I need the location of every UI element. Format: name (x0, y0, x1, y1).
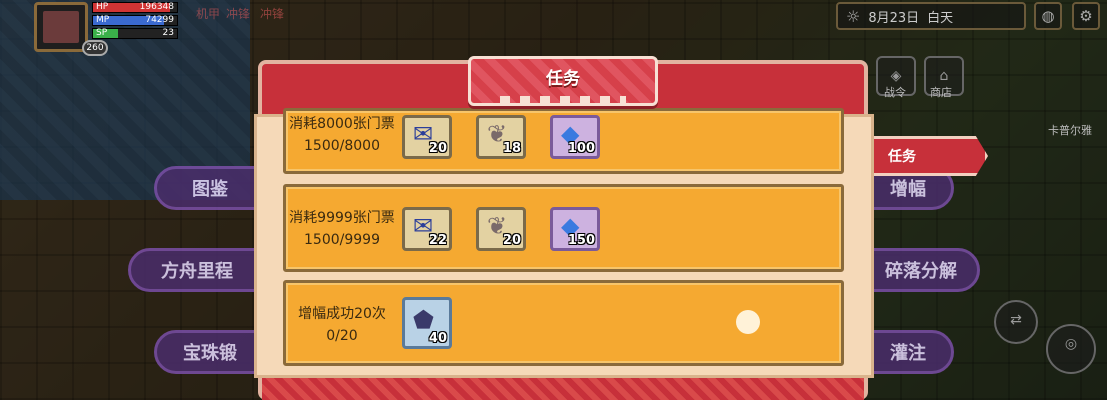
reward-slot[interactable]: ◆ 100 (550, 115, 600, 159)
date-text: 8月23日 (868, 10, 920, 26)
reward-slot[interactable]: ✉ 20 (402, 115, 452, 159)
side-button-ark-mileage[interactable]: 方舟里程 (128, 248, 266, 292)
player-avatar[interactable] (34, 2, 88, 52)
side-button-shard-disassemble[interactable]: 碎落分解 (862, 248, 980, 292)
reward-slot[interactable]: ❦ 18 (476, 115, 526, 159)
mp-bar: MP 74299 (92, 15, 178, 26)
player-level-badge: 260 (82, 40, 108, 56)
sp-bar: SP 23 (92, 28, 178, 39)
task-progress: 0/20 (326, 328, 358, 344)
tab-tasks[interactable]: 任务 (866, 136, 988, 176)
side-button-orb-forge[interactable]: 宝珠锻 (154, 330, 266, 374)
swap-icon[interactable]: ⇄ (994, 300, 1038, 344)
title-banner-trim (500, 96, 626, 104)
globe-icon[interactable]: ◍ (1034, 2, 1062, 30)
date-display: ☼ 8月23日 白天 (836, 2, 1026, 30)
crystal-icon: ⬟ (413, 306, 434, 334)
task-description: 消耗9999张门票 (289, 210, 395, 226)
side-button-codex[interactable]: 图鉴 (154, 166, 266, 210)
battle-pass-label: 战令 (884, 86, 906, 99)
top-tag-charge-2[interactable]: 冲锋 (256, 4, 288, 24)
task-description: 增幅成功20次 (298, 306, 386, 322)
side-button-infuse[interactable]: 灌注 (862, 330, 954, 374)
touch-indicator (736, 310, 760, 334)
day-period: 白天 (927, 10, 954, 26)
gear-icon[interactable]: ⚙ (1072, 2, 1100, 30)
player-stats: HP 196348 MP 74299 SP 23 (92, 2, 178, 41)
panel-title: 任务 (546, 69, 580, 89)
shop-label: 商店 (930, 86, 952, 99)
top-tag-mecha[interactable]: 机甲 (192, 4, 224, 24)
reward-slot[interactable]: ✉ 22 (402, 207, 452, 251)
sun-icon: ☼ (846, 6, 861, 26)
reward-slot[interactable]: ◆ 150 (550, 207, 600, 251)
task-card: 消耗8000张门票 1500/8000 ✉ 20 ❦ 18 ◆ 100 (283, 108, 844, 174)
skill-icon[interactable]: ◎ (1046, 324, 1096, 374)
hp-bar: HP 196348 (92, 2, 178, 13)
top-tag-charge[interactable]: 冲锋 (222, 4, 254, 24)
task-card: 消耗9999张门票 1500/9999 ✉ 22 ❦ 20 ◆ 150 (283, 184, 844, 272)
task-progress: 1500/8000 (304, 138, 380, 154)
task-progress: 1500/9999 (304, 232, 380, 248)
npc-name-label: 卡普尔雅 (1048, 124, 1092, 137)
task-description: 消耗8000张门票 (289, 116, 395, 132)
reward-slot[interactable]: ⬟ 40 (402, 297, 452, 349)
reward-slot[interactable]: ❦ 20 (476, 207, 526, 251)
panel-bottom-strip (262, 378, 864, 400)
